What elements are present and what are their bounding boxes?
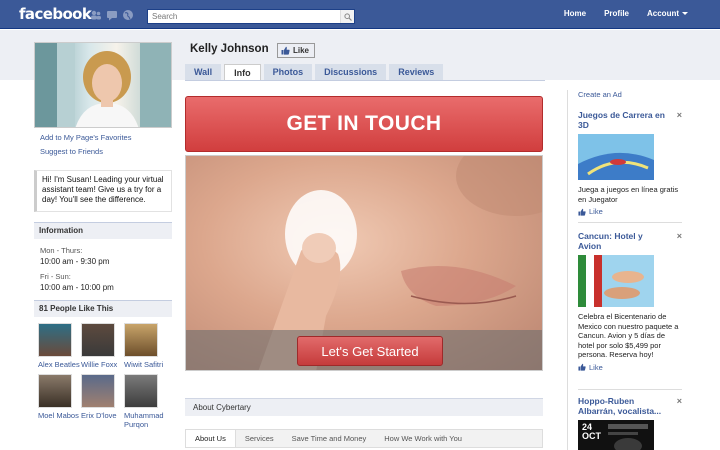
top-nav: Home Profile Account	[564, 9, 688, 18]
person-avatar	[124, 374, 158, 408]
subtab-save-time[interactable]: Save Time and Money	[283, 430, 376, 447]
lets-get-started-button[interactable]: Let's Get Started	[297, 336, 443, 366]
page-tabs: Wall Info Photos Discussions Reviews	[185, 64, 444, 81]
subtab-how-we-work[interactable]: How We Work with You	[375, 430, 471, 447]
ad-text: Juega a juegos en línea gratis en Juegat…	[578, 185, 679, 204]
person-name: Alex Beatles	[38, 360, 80, 369]
tab-reviews[interactable]: Reviews	[389, 64, 444, 80]
ad-like-link[interactable]: Like	[578, 207, 682, 216]
profile-link[interactable]: Profile	[604, 9, 629, 18]
thumbs-up-icon	[281, 46, 290, 55]
person-name: Muhammad Purqon	[124, 411, 164, 429]
hours-days: Fri - Sun:	[40, 272, 71, 281]
page-title: Kelly Johnson	[190, 43, 269, 55]
chevron-down-icon	[682, 12, 688, 16]
subtab-services[interactable]: Services	[236, 430, 283, 447]
person-item[interactable]: Willie Foxx	[81, 323, 124, 369]
subtab-about-us[interactable]: About Us	[186, 430, 236, 447]
tab-wall[interactable]: Wall	[185, 64, 222, 80]
tab-discussions[interactable]: Discussions	[315, 64, 387, 80]
create-ad-link[interactable]: Create an Ad	[578, 90, 622, 99]
people-grid: Alex Beatles Willie Foxx Wiwit Safitri M…	[38, 323, 168, 429]
profile-photo-image	[35, 43, 171, 127]
friend-requests-icon[interactable]	[90, 9, 102, 21]
concert-poster-graphic	[608, 424, 648, 450]
search-input[interactable]: Search	[148, 12, 340, 21]
facebook-logo[interactable]: facebook	[19, 5, 92, 23]
tab-divider	[185, 80, 545, 81]
close-icon[interactable]: ×	[677, 396, 682, 406]
get-in-touch-button[interactable]: GET IN TOUCH	[185, 96, 543, 152]
person-name: Moel Mabos	[38, 411, 79, 420]
account-label: Account	[647, 9, 679, 18]
tab-photos[interactable]: Photos	[263, 64, 313, 80]
profile-picture[interactable]	[34, 42, 172, 128]
hours-time: 10:00 am - 10:00 pm	[40, 283, 114, 292]
ad-title[interactable]: Hoppo-Ruben Albarrán, vocalista...	[578, 396, 666, 416]
information-section: Mon - Thurs: 10:00 am - 9:30 pm Fri - Su…	[40, 245, 114, 297]
people-like-heading: 81 People Like This	[34, 300, 172, 317]
person-item[interactable]: Muhammad Purqon	[124, 374, 167, 429]
ad-item[interactable]: Hoppo-Ruben Albarrán, vocalista... × 24 …	[578, 396, 682, 450]
profile-links: Add to My Page's Favorites Suggest to Fr…	[40, 131, 131, 159]
account-menu[interactable]: Account	[647, 9, 688, 18]
bio-box: Hi! I'm Susan! Leading your virtual assi…	[34, 170, 172, 212]
ad-divider	[578, 222, 682, 223]
close-icon[interactable]: ×	[677, 110, 682, 120]
ad-title[interactable]: Cancun: Hotel y Avion	[578, 231, 666, 251]
suggest-to-friends-link[interactable]: Suggest to Friends	[40, 145, 131, 159]
notification-jewels	[90, 9, 134, 21]
person-name: Wiwit Safitri	[124, 360, 164, 369]
tab-info[interactable]: Info	[224, 64, 261, 81]
search-button[interactable]	[340, 10, 354, 23]
about-subtabs: About Us Services Save Time and Money Ho…	[185, 429, 543, 448]
person-item[interactable]: Erix D'love	[81, 374, 124, 429]
add-to-favorites-link[interactable]: Add to My Page's Favorites	[40, 131, 131, 145]
hours-days: Mon - Thurs:	[40, 246, 83, 255]
ad-like-link[interactable]: Like	[578, 363, 682, 372]
messages-icon[interactable]	[106, 9, 118, 21]
person-avatar	[81, 323, 115, 357]
ad-like-label: Like	[589, 362, 603, 372]
information-heading: Information	[34, 222, 172, 239]
notifications-globe-icon[interactable]	[122, 9, 134, 21]
ad-item[interactable]: Cancun: Hotel y Avion × Celebra el Bicen…	[578, 231, 682, 372]
search-icon	[343, 12, 352, 21]
person-avatar	[38, 374, 72, 408]
ad-image[interactable]	[578, 134, 654, 180]
person-item[interactable]: Moel Mabos	[38, 374, 81, 429]
person-name: Erix D'love	[81, 411, 117, 420]
top-bar: facebook Search Home Profile Account	[0, 0, 720, 29]
like-button-label: Like	[293, 46, 310, 55]
about-heading: About Cybertary	[185, 398, 543, 416]
search-box[interactable]: Search	[147, 9, 355, 24]
like-button[interactable]: Like	[277, 43, 316, 58]
thumbs-up-icon	[578, 363, 586, 371]
thumbs-up-icon	[578, 208, 586, 216]
ad-image[interactable]	[578, 255, 654, 307]
ad-text: Celebra el Bicentenario de Mexico con nu…	[578, 312, 679, 359]
close-icon[interactable]: ×	[677, 231, 682, 241]
person-name: Willie Foxx	[81, 360, 118, 369]
ad-divider	[578, 389, 682, 390]
get-in-touch-label: GET IN TOUCH	[286, 112, 442, 135]
person-avatar	[124, 323, 158, 357]
person-item[interactable]: Alex Beatles	[38, 323, 81, 369]
hero-image: Let's Get Started	[185, 155, 543, 371]
ad-image[interactable]: 24 OCT	[578, 420, 654, 450]
ad-like-label: Like	[589, 207, 603, 216]
person-avatar	[81, 374, 115, 408]
ad-title[interactable]: Juegos de Carrera en 3D	[578, 110, 666, 130]
person-item[interactable]: Wiwit Safitri	[124, 323, 167, 369]
home-link[interactable]: Home	[564, 9, 586, 18]
hours-time: 10:00 am - 9:30 pm	[40, 257, 110, 266]
ad-item[interactable]: Juegos de Carrera en 3D × Juega a juegos…	[578, 110, 682, 216]
person-avatar	[38, 323, 72, 357]
